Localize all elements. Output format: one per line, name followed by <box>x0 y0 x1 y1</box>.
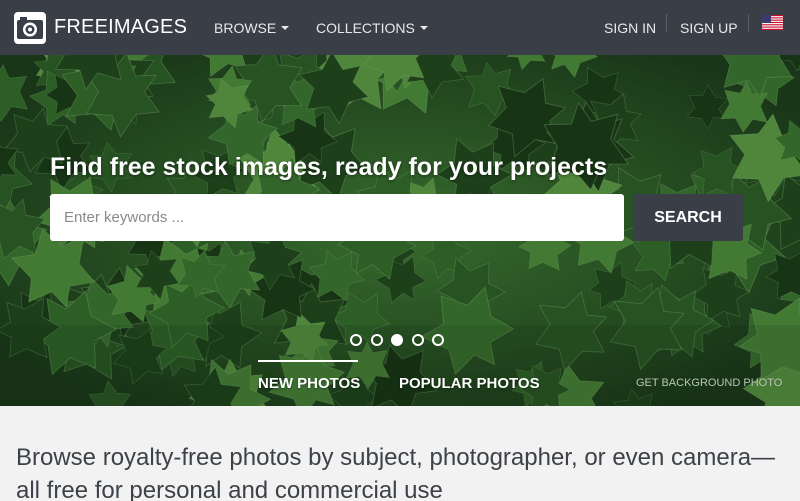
nav-collections-dropdown[interactable]: COLLECTIONS <box>316 0 428 55</box>
tab-new-photos[interactable]: NEW PHOTOS <box>258 375 360 392</box>
carousel-dot-active[interactable] <box>391 334 403 346</box>
carousel-indicators <box>350 334 444 346</box>
sign-in-link[interactable]: SIGN IN <box>604 0 656 55</box>
camera-logo-icon <box>14 11 46 44</box>
nav-divider <box>748 14 749 32</box>
browse-heading: Browse royalty-free photos by subject, p… <box>16 444 776 501</box>
nav-divider <box>666 14 667 32</box>
top-navbar: FREEIMAGES BROWSE COLLECTIONS SIGN IN SI… <box>0 0 800 55</box>
brand-logo[interactable]: FREEIMAGES <box>14 11 188 44</box>
get-background-photo-link[interactable]: GET BACKGROUND PHOTO <box>636 377 782 389</box>
sign-up-link[interactable]: SIGN UP <box>680 0 738 55</box>
tab-popular-photos[interactable]: POPULAR PHOTOS <box>399 375 540 392</box>
us-flag-icon[interactable] <box>762 15 783 30</box>
nav-browse-dropdown[interactable]: BROWSE <box>214 0 290 55</box>
carousel-dot[interactable] <box>370 334 383 346</box>
chevron-down-icon <box>281 25 290 30</box>
carousel-dot[interactable] <box>350 334 362 346</box>
active-tab-underline <box>258 360 358 362</box>
carousel-dot[interactable] <box>432 334 444 346</box>
nav-browse-label: BROWSE <box>214 19 277 36</box>
hero-banner: Find free stock images, ready for your p… <box>0 55 800 406</box>
search-button[interactable]: SEARCH <box>633 194 743 241</box>
nav-collections-label: COLLECTIONS <box>316 19 415 36</box>
search-input[interactable] <box>50 194 624 241</box>
carousel-dot[interactable] <box>411 334 424 346</box>
brand-name: FREEIMAGES <box>54 16 188 38</box>
hero-title: Find free stock images, ready for your p… <box>50 153 608 181</box>
sign-in-label: SIGN IN <box>604 19 657 36</box>
sign-up-label: SIGN UP <box>680 19 738 36</box>
chevron-down-icon <box>419 25 428 30</box>
